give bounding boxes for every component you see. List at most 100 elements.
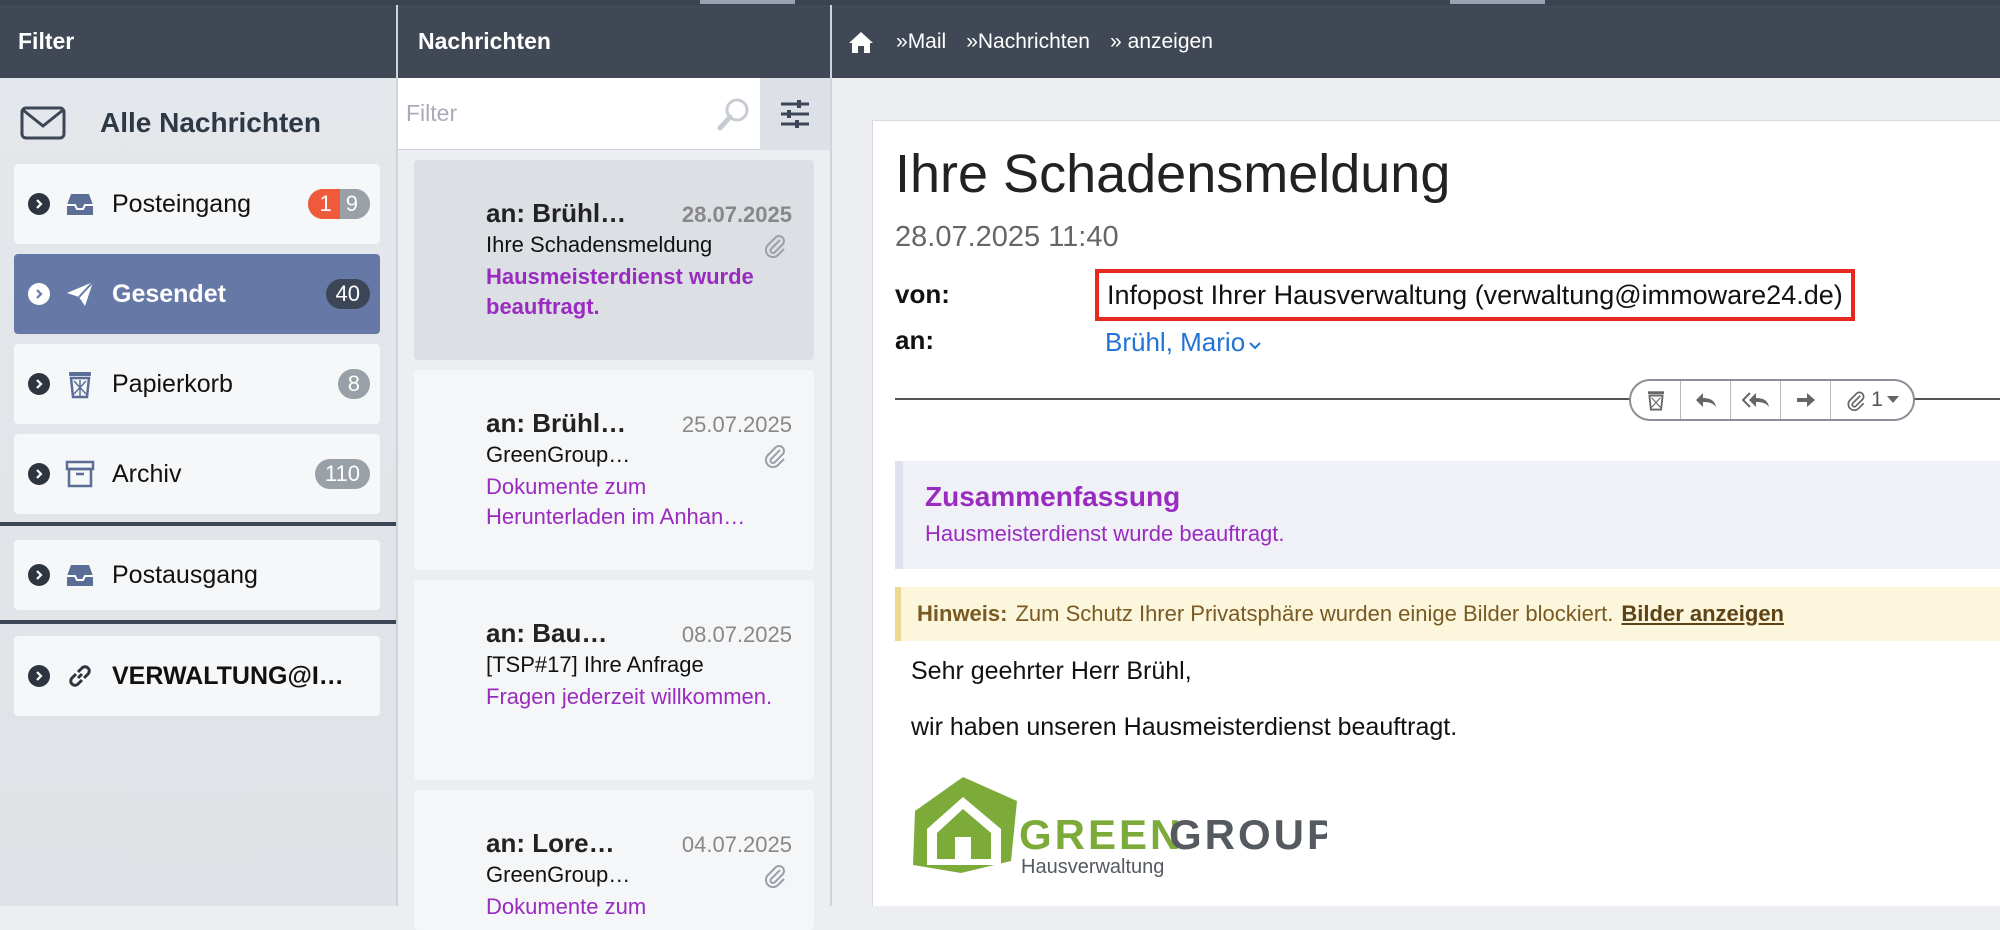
summary-title: Zusammenfassung xyxy=(925,481,1181,512)
breadcrumb-nachrichten[interactable]: Nachrichten xyxy=(978,30,1090,54)
recipient: an: Brühl… xyxy=(486,198,627,228)
caret-down-icon xyxy=(1886,396,1899,403)
show-images-link[interactable]: Bilder anzeigen xyxy=(1621,601,1784,627)
all-messages[interactable]: Alle Nachrichten xyxy=(20,100,321,146)
sliders-icon xyxy=(781,100,809,128)
folder-sidebar: Alle Nachrichten Posteingang 19 Gesendet… xyxy=(0,78,396,906)
message-date: 25.07.2025 xyxy=(681,412,792,437)
greengroup-logo: GREEN GROUP Hausverwaltung xyxy=(913,777,1327,878)
recipient-value: Brühl, Mario xyxy=(1105,327,1246,357)
recipient: an: Brühl… xyxy=(486,408,627,438)
envelope-icon xyxy=(20,106,66,140)
message-list-pane: an: Brühl… 28.07.2025 Ihre Schadensmeldu… xyxy=(398,78,830,930)
folder-name: Posteingang xyxy=(112,189,252,218)
message-document: Ihre Schadensmeldung 28.07.2025 11:40 vo… xyxy=(872,120,2000,906)
list-item[interactable]: an: Lore… 04.07.2025 GreenGroup… Dokumen… xyxy=(414,790,814,930)
inbox-icon xyxy=(64,188,96,220)
message-preview: Fragen jederzeit willkommen. xyxy=(486,684,773,709)
all-messages-label: Alle Nachrichten xyxy=(100,107,321,138)
sidebar-item-account[interactable]: VERWALTUNG@I… xyxy=(14,636,380,716)
home-icon[interactable] xyxy=(848,30,874,54)
sidebar-item-posteingang[interactable]: Posteingang 19 xyxy=(14,164,380,244)
chevron-right-icon[interactable] xyxy=(28,373,50,395)
messages-pane-title: Nachrichten xyxy=(398,5,830,78)
chevron-right-icon[interactable] xyxy=(28,463,50,485)
notice-text: Zum Schutz Ihrer Privatsphäre wurden ein… xyxy=(1015,601,1614,626)
message-title: Ihre Schadensmeldung xyxy=(895,144,1451,204)
reply-button[interactable] xyxy=(1681,381,1731,419)
breadcrumb-anzeigen: anzeigen xyxy=(1127,29,1213,53)
message-preview: Dokumente zum Herunterladen im Anhan… xyxy=(486,474,746,529)
trash-icon xyxy=(64,368,96,400)
sidebar-item-gesendet[interactable]: Gesendet 40 xyxy=(14,254,380,334)
unread-count-badge: 19 xyxy=(307,189,370,219)
count-badge: 40 xyxy=(325,279,370,309)
attachments-dropdown[interactable]: 1 xyxy=(1831,381,1913,419)
body-text: wir haben unseren Hausmeisterdienst beau… xyxy=(911,713,1458,741)
summary-text: Hausmeisterdienst wurde beauftragt. xyxy=(925,521,1285,546)
breadcrumb-mail[interactable]: Mail xyxy=(908,30,947,54)
to-label: an: xyxy=(895,325,934,355)
message-date: 28.07.2025 xyxy=(681,202,792,227)
search-icon[interactable] xyxy=(716,96,752,132)
archive-icon xyxy=(64,458,96,490)
message-subject: GreenGroup… xyxy=(486,442,631,467)
privacy-notice: Hinweis: Zum Schutz Ihrer Privatsphäre w… xyxy=(895,587,2000,641)
message-date: 04.07.2025 xyxy=(681,832,792,857)
message-subject: GreenGroup… xyxy=(486,862,631,887)
recipient-dropdown[interactable]: Brühl, Mario xyxy=(1105,327,1262,358)
chevron-right-icon[interactable] xyxy=(28,193,50,215)
chevron-right-icon[interactable] xyxy=(28,283,50,305)
sender-highlight[interactable]: Infopost Ihrer Hausverwaltung (verwaltun… xyxy=(1095,269,1855,321)
paperclip-icon xyxy=(1847,391,1865,411)
logo-green-text: GREEN xyxy=(1019,811,1183,858)
folder-name: Gesendet xyxy=(112,279,226,308)
reply-all-button[interactable] xyxy=(1731,381,1781,419)
list-item[interactable]: an: Brühl… 28.07.2025 Ihre Schadensmeldu… xyxy=(414,160,814,360)
message-subject: [TSP#17] Ihre Anfrage xyxy=(486,652,704,677)
chevron-right-icon[interactable] xyxy=(28,665,50,687)
reply-all-icon xyxy=(1741,392,1769,408)
filter-input[interactable] xyxy=(406,90,746,136)
section-divider xyxy=(0,522,396,526)
logo-group-text: GROUP xyxy=(1169,811,1327,858)
message-preview: Dokumente zum xyxy=(486,894,647,919)
paperclip-icon xyxy=(764,445,785,468)
filter-pane-title: Filter xyxy=(0,5,396,78)
outbox-icon xyxy=(64,559,96,591)
message-preview: Hausmeisterdienst wurde beauftragt. xyxy=(486,264,754,319)
recipient: an: Bau… xyxy=(486,618,608,648)
logo-sub-text: Hausverwaltung xyxy=(1021,856,1164,878)
message-detail-pane: Ihre Schadensmeldung 28.07.2025 11:40 vo… xyxy=(832,78,2000,906)
summary-box: Zusammenfassung Hausmeisterdienst wurde … xyxy=(895,461,2000,569)
sidebar-item-papierkorb[interactable]: Papierkorb 8 xyxy=(14,344,380,424)
sidebar-item-archiv[interactable]: Archiv 110 xyxy=(14,434,380,514)
forward-icon xyxy=(1796,393,1815,407)
count-badge: 110 xyxy=(314,459,370,489)
chevron-down-icon xyxy=(1249,342,1261,350)
filter-settings-button[interactable] xyxy=(760,78,830,150)
breadcrumb-sep: » xyxy=(896,29,908,53)
filter-bar xyxy=(398,78,830,150)
paperclip-icon xyxy=(764,865,785,888)
breadcrumb-sep: » xyxy=(1109,29,1122,53)
greeting-text: Sehr geehrter Herr Brühl, xyxy=(911,657,1192,685)
delete-button[interactable] xyxy=(1631,381,1681,419)
folder-name: VERWALTUNG@I… xyxy=(112,661,344,690)
breadcrumb-sep: » xyxy=(966,29,978,53)
chevron-right-icon[interactable] xyxy=(28,564,50,586)
list-item[interactable]: an: Bau… 08.07.2025 [TSP#17] Ihre Anfrag… xyxy=(414,580,814,780)
trash-icon xyxy=(1647,391,1664,411)
folder-name: Postausgang xyxy=(112,560,258,589)
reply-icon xyxy=(1695,393,1716,407)
message-datetime: 28.07.2025 11:40 xyxy=(895,221,1119,253)
count-badge: 8 xyxy=(337,369,370,399)
section-divider xyxy=(0,620,396,624)
forward-button[interactable] xyxy=(1781,381,1831,419)
breadcrumb: » Mail » Nachrichten » anzeigen xyxy=(832,5,2000,78)
attachment-count: 1 xyxy=(1871,388,1883,411)
folder-name: Archiv xyxy=(112,459,182,488)
list-item[interactable]: an: Brühl… 25.07.2025 GreenGroup… Dokume… xyxy=(414,370,814,570)
message-date: 08.07.2025 xyxy=(681,622,792,647)
sidebar-item-postausgang[interactable]: Postausgang xyxy=(14,540,380,610)
